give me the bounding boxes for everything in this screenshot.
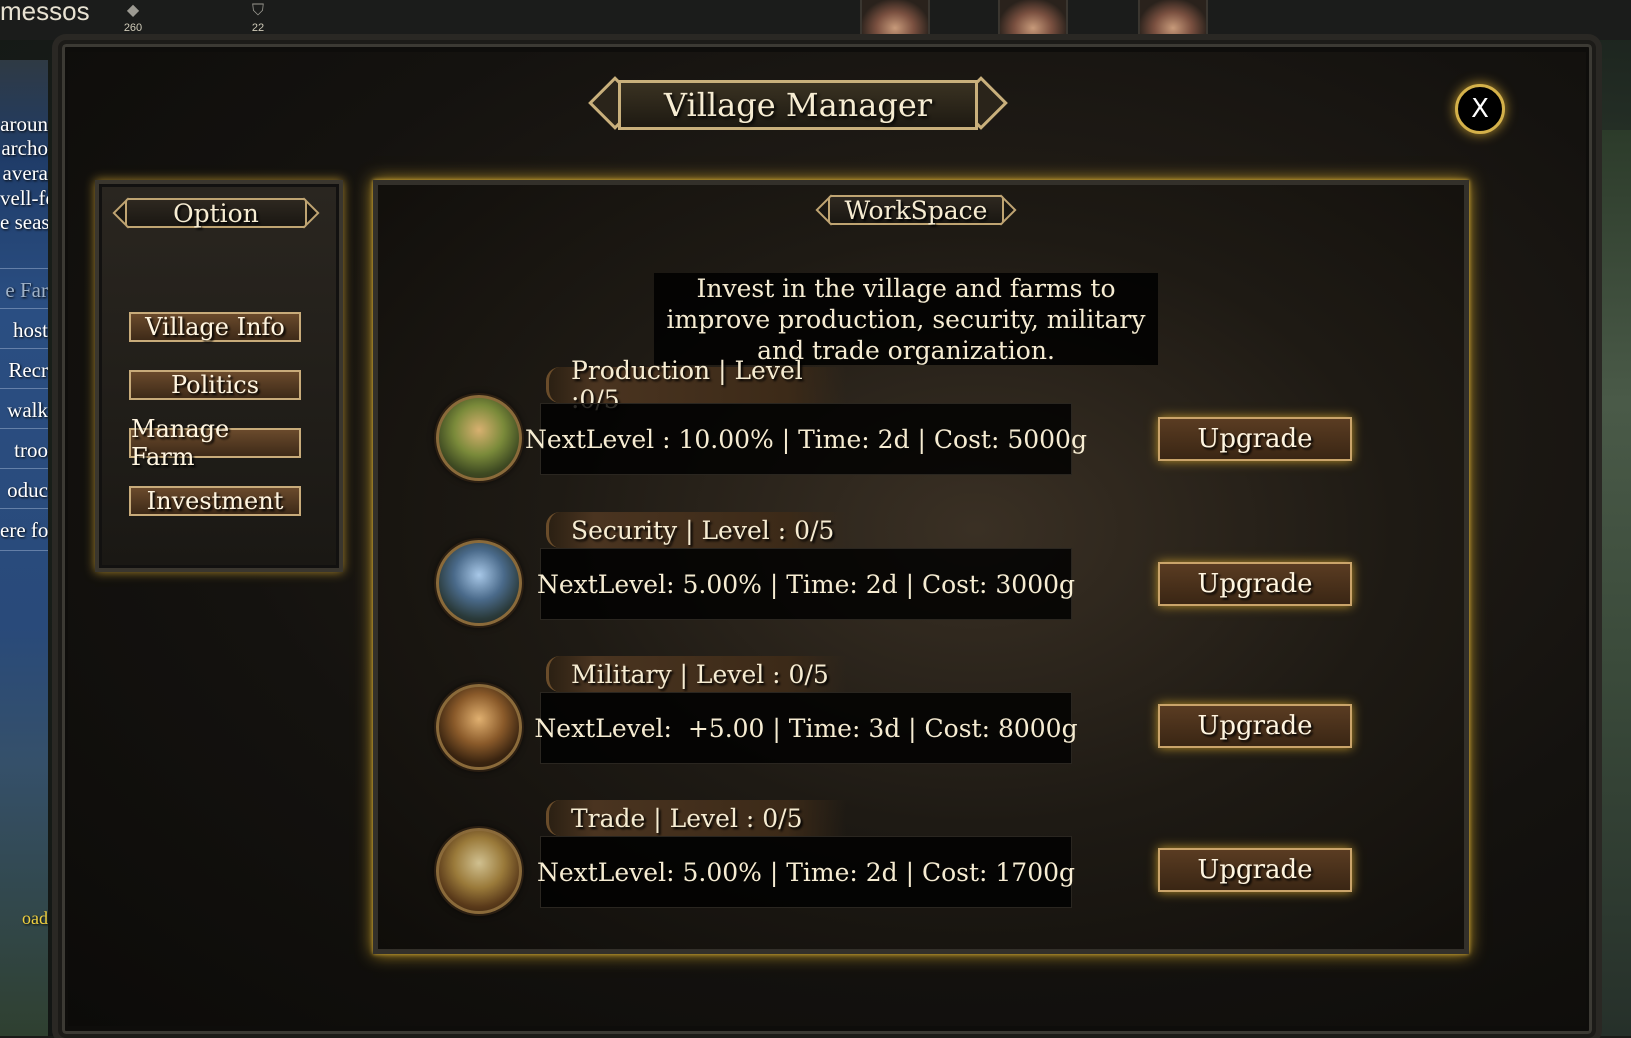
diamond-icon: ◆ xyxy=(126,2,140,19)
sidebar-text[interactable]: host xyxy=(0,318,48,343)
row-label: Trade | Level : 0/5 xyxy=(546,800,846,836)
background-scenery xyxy=(1591,130,1631,1036)
window-title: Village Manager xyxy=(618,80,978,130)
investment-button[interactable]: Investment xyxy=(129,486,301,516)
close-button[interactable]: X xyxy=(1455,84,1505,134)
village-manager-window: Village Manager X Option Village Info Po… xyxy=(58,40,1596,1038)
armory-icon xyxy=(436,684,522,770)
farm-icon xyxy=(436,395,522,481)
stat-value: 260 xyxy=(123,22,143,34)
stat-value: 22 xyxy=(251,22,265,34)
row-label: Security | Level : 0/5 xyxy=(546,512,846,548)
politics-button[interactable]: Politics xyxy=(129,370,301,400)
upgrade-military-button[interactable]: Upgrade xyxy=(1158,704,1352,748)
investment-row-security: Security | Level : 0/5 NextLevel: 5.00% … xyxy=(436,512,1416,670)
sidebar-text[interactable]: oduc xyxy=(0,478,48,503)
hero-portrait[interactable] xyxy=(1138,0,1208,40)
investment-row-military: Military | Level : 0/5 NextLevel: +5.00 … xyxy=(436,656,1416,814)
sidebar-text[interactable]: Recr xyxy=(0,358,48,383)
workspace-panel: WorkSpace Invest in the village and farm… xyxy=(373,180,1469,954)
investment-row-trade: Trade | Level : 0/5 NextLevel: 5.00% | T… xyxy=(436,800,1416,958)
sidebar-text: avera xyxy=(2,161,48,185)
market-icon xyxy=(436,828,522,914)
top-bar: messos ◆ 260 ⛉ 22 xyxy=(0,0,1631,40)
option-panel: Option Village Info Politics Manage Farm… xyxy=(95,180,343,572)
sidebar-text: vell-fe xyxy=(0,186,48,210)
sidebar-text: e seas xyxy=(0,210,48,234)
option-title: Option xyxy=(173,198,259,228)
sidebar-text[interactable]: oad xyxy=(0,908,48,929)
sidebar-text[interactable]: walk xyxy=(0,398,48,423)
row-info: NextLevel: 5.00% | Time: 2d | Cost: 1700… xyxy=(537,836,1075,908)
tower-icon xyxy=(436,540,522,626)
workspace-header: WorkSpace xyxy=(814,194,1018,226)
upgrade-security-button[interactable]: Upgrade xyxy=(1158,562,1352,606)
workspace-title: WorkSpace xyxy=(844,195,988,225)
sidebar-text: archo xyxy=(1,136,48,160)
settlement-name: messos xyxy=(0,0,90,26)
row-label: Production | Level :0/5 xyxy=(546,356,846,414)
sidebar-text: aroun xyxy=(0,112,48,136)
upgrade-trade-button[interactable]: Upgrade xyxy=(1158,848,1352,892)
sidebar-text[interactable]: troo xyxy=(0,438,48,463)
shield-icon: ⛉ xyxy=(251,2,264,19)
stat-shield: ⛉ 22 xyxy=(243,0,273,34)
hero-portrait[interactable] xyxy=(998,0,1068,40)
village-info-button[interactable]: Village Info xyxy=(129,312,301,342)
row-info: NextLevel: 5.00% | Time: 2d | Cost: 3000… xyxy=(537,548,1075,620)
row-label: Military | Level : 0/5 xyxy=(546,656,846,692)
background-sidebar: aroun archo avera vell-fe e seas e Far h… xyxy=(0,60,48,1036)
workspace-intro-text: Invest in the village and farms to impro… xyxy=(654,273,1158,365)
row-info: NextLevel : 10.00% | Time: 2d | Cost: 50… xyxy=(525,403,1087,475)
sidebar-text[interactable]: ere fo xyxy=(0,518,48,543)
option-header: Option xyxy=(111,197,321,229)
row-info: NextLevel: +5.00 | Time: 3d | Cost: 8000… xyxy=(534,692,1078,764)
manage-farm-button[interactable]: Manage Farm xyxy=(129,415,301,471)
investment-row-production: Production | Level :0/5 NextLevel : 10.0… xyxy=(436,356,1416,525)
upgrade-production-button[interactable]: Upgrade xyxy=(1158,417,1352,461)
sidebar-text[interactable]: e Far xyxy=(0,278,48,303)
hero-portrait[interactable] xyxy=(860,0,930,40)
title-banner: Village Manager xyxy=(588,76,1008,132)
stat-diamond: ◆ 260 xyxy=(118,0,148,34)
